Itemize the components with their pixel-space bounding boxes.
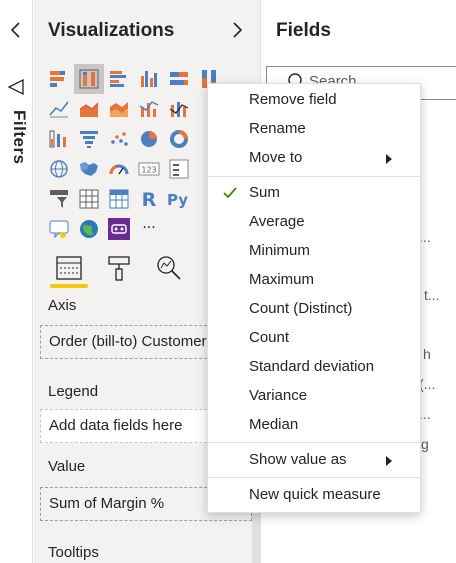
menu-separator (208, 176, 420, 177)
menu-item-show-value-as[interactable]: Show value as (208, 446, 420, 475)
menu-item-label: New quick measure (249, 486, 381, 503)
stacked-bar-chart-icon[interactable] (44, 64, 74, 94)
r-visual-glyph: R (142, 189, 157, 211)
menu-item-label: Count (249, 329, 290, 346)
menu-item-label: Move to (249, 149, 303, 166)
area-chart-icon[interactable] (74, 94, 104, 124)
menu-item-label: Show value as (249, 451, 347, 468)
menu-item-maximum[interactable]: Maximum (208, 266, 420, 295)
menu-item-sum[interactable]: Sum (208, 179, 420, 208)
chevron-right-icon[interactable] (231, 20, 245, 40)
pie-chart-icon[interactable] (134, 124, 164, 154)
filters-pane-label[interactable]: Filters (3, 110, 29, 170)
menu-item-count-distinct[interactable]: Count (Distinct) (208, 295, 420, 324)
globe-map-icon[interactable] (44, 154, 74, 184)
gauge-icon[interactable] (104, 154, 134, 184)
field-list-item-truncated[interactable]: (... (419, 376, 435, 392)
menu-item-label: Maximum (249, 271, 315, 288)
power-bi-report-editor: Filters Visualizations 123 R Py ··· Axis… (0, 0, 456, 563)
multi-row-card-icon[interactable] (164, 154, 194, 184)
format-paintbrush-icon[interactable] (94, 248, 144, 288)
python-visual-glyph: Py (167, 191, 188, 209)
line-and-column-chart-icon[interactable] (134, 94, 164, 124)
menu-item-move-to[interactable]: Move to (208, 144, 420, 173)
checkmark-icon (223, 187, 237, 199)
matrix-icon[interactable] (104, 184, 134, 214)
line-chart-icon[interactable] (44, 94, 74, 124)
menu-item-rename[interactable]: Rename (208, 115, 420, 144)
table-icon[interactable] (74, 184, 104, 214)
menu-item-label: Median (249, 416, 299, 433)
field-list-item-truncated[interactable]: h (423, 346, 431, 362)
submenu-arrow-icon (386, 154, 392, 164)
visualizations-title: Visualizations (48, 20, 175, 41)
menu-item-label: Rename (249, 120, 306, 137)
menu-item-label: Standard deviation (249, 358, 375, 375)
card-icon[interactable]: 123 (134, 154, 164, 184)
card-icon-text: 123 (141, 166, 156, 175)
key-influencers-icon[interactable] (44, 214, 74, 244)
chevron-left-icon[interactable] (8, 20, 24, 40)
100-stacked-bar-chart-icon[interactable] (164, 64, 194, 94)
field-list-item-truncated[interactable]: g (421, 436, 429, 452)
menu-item-remove-field[interactable]: Remove field (208, 86, 420, 115)
filled-map-icon[interactable] (74, 154, 104, 184)
slicer-icon[interactable] (44, 184, 74, 214)
clustered-bar-chart-icon[interactable] (104, 64, 134, 94)
menu-item-label: Variance (249, 387, 308, 404)
viz-pane-tabs (44, 248, 194, 288)
menu-item-count[interactable]: Count (208, 324, 420, 353)
custom-visual-icon[interactable] (104, 214, 134, 244)
ribbon-chart-icon[interactable] (44, 124, 74, 154)
arcgis-map-icon[interactable] (74, 214, 104, 244)
menu-item-label: Sum (249, 184, 280, 201)
axis-section-label: Axis (48, 297, 77, 314)
legend-section-label: Legend (48, 383, 99, 400)
funnel-chart-icon[interactable] (74, 124, 104, 154)
field-context-menu: Remove field Rename Move to Sum Average … (207, 83, 421, 513)
funnel-icon[interactable] (7, 78, 25, 96)
fields-tab-icon[interactable] (44, 248, 94, 288)
menu-item-new-quick-measure[interactable]: New quick measure (208, 481, 420, 510)
menu-item-average[interactable]: Average (208, 208, 420, 237)
donut-chart-icon[interactable] (164, 124, 194, 154)
menu-item-standard-deviation[interactable]: Standard deviation (208, 353, 420, 382)
menu-separator (208, 477, 420, 478)
menu-item-label: Average (249, 213, 305, 230)
line-and-stacked-column-chart-icon[interactable] (164, 94, 194, 124)
filters-rail: Filters (0, 0, 33, 563)
stacked-area-chart-icon[interactable] (104, 94, 134, 124)
scatter-chart-icon[interactable] (104, 124, 134, 154)
menu-item-variance[interactable]: Variance (208, 382, 420, 411)
python-visual-icon[interactable]: Py (164, 184, 194, 214)
fields-title: Fields (276, 20, 331, 41)
stacked-column-chart-icon[interactable] (74, 64, 104, 94)
r-visual-icon[interactable]: R (134, 184, 164, 214)
menu-item-minimum[interactable]: Minimum (208, 237, 420, 266)
menu-item-median[interactable]: Median (208, 411, 420, 440)
field-list-item-truncated[interactable]: t... (424, 287, 440, 303)
menu-item-label: Count (Distinct) (249, 300, 353, 317)
tooltips-section-label: Tooltips (48, 544, 99, 561)
submenu-arrow-icon (386, 456, 392, 466)
value-section-label: Value (48, 458, 86, 475)
menu-item-label: Minimum (249, 242, 310, 259)
more-visuals-glyph: ··· (142, 220, 155, 236)
menu-item-label: Remove field (249, 91, 337, 108)
clustered-column-chart-icon[interactable] (134, 64, 164, 94)
menu-separator (208, 442, 420, 443)
more-visuals-icon[interactable]: ··· (134, 214, 164, 244)
analytics-magnifier-icon[interactable] (144, 248, 194, 288)
